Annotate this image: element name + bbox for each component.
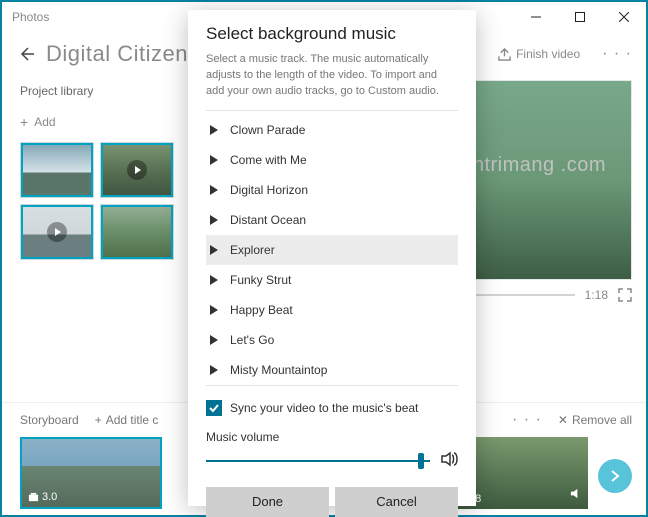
play-triangle-icon (210, 335, 218, 345)
play-triangle-icon (210, 155, 218, 165)
volume-slider[interactable] (206, 460, 430, 462)
track-row[interactable]: Misty Mountaintop (206, 355, 458, 385)
background-music-dialog: Select background music Select a music t… (188, 10, 476, 506)
volume-label: Music volume (206, 430, 458, 444)
track-row[interactable]: Let's Go (206, 325, 458, 355)
track-row[interactable]: Come with Me (206, 145, 458, 175)
track-label: Digital Horizon (230, 183, 308, 197)
track-list: Clown Parade Come with Me Digital Horizon D… (206, 115, 458, 385)
track-label: Explorer (230, 243, 275, 257)
track-label: Funky Strut (230, 273, 291, 287)
play-triangle-icon (210, 275, 218, 285)
dialog-title: Select background music (206, 24, 458, 44)
track-label: Happy Beat (230, 303, 293, 317)
track-row[interactable]: Distant Ocean (206, 205, 458, 235)
cancel-button[interactable]: Cancel (335, 487, 458, 517)
track-label: Let's Go (230, 333, 274, 347)
sync-label: Sync your video to the music's beat (230, 401, 418, 415)
play-triangle-icon (210, 365, 218, 375)
play-triangle-icon (210, 305, 218, 315)
dialog-description: Select a music track. The music automati… (206, 52, 458, 100)
track-label: Distant Ocean (230, 213, 306, 227)
play-triangle-icon (210, 185, 218, 195)
play-triangle-icon (210, 125, 218, 135)
window-close-button[interactable] (602, 2, 646, 32)
volume-icon (440, 450, 458, 473)
track-label: Come with Me (230, 153, 307, 167)
track-label: Clown Parade (230, 123, 305, 137)
play-triangle-icon (210, 245, 218, 255)
window-maximize-button[interactable] (558, 2, 602, 32)
track-row[interactable]: Funky Strut (206, 265, 458, 295)
done-button[interactable]: Done (206, 487, 329, 517)
track-row[interactable]: Digital Horizon (206, 175, 458, 205)
play-triangle-icon (210, 215, 218, 225)
sync-checkbox[interactable] (206, 400, 222, 416)
track-label: Misty Mountaintop (230, 363, 327, 377)
window-minimize-button[interactable] (514, 2, 558, 32)
track-row[interactable]: Explorer (206, 235, 458, 265)
track-row[interactable]: Clown Parade (206, 115, 458, 145)
track-row[interactable]: Happy Beat (206, 295, 458, 325)
app-name: Photos (12, 10, 49, 24)
